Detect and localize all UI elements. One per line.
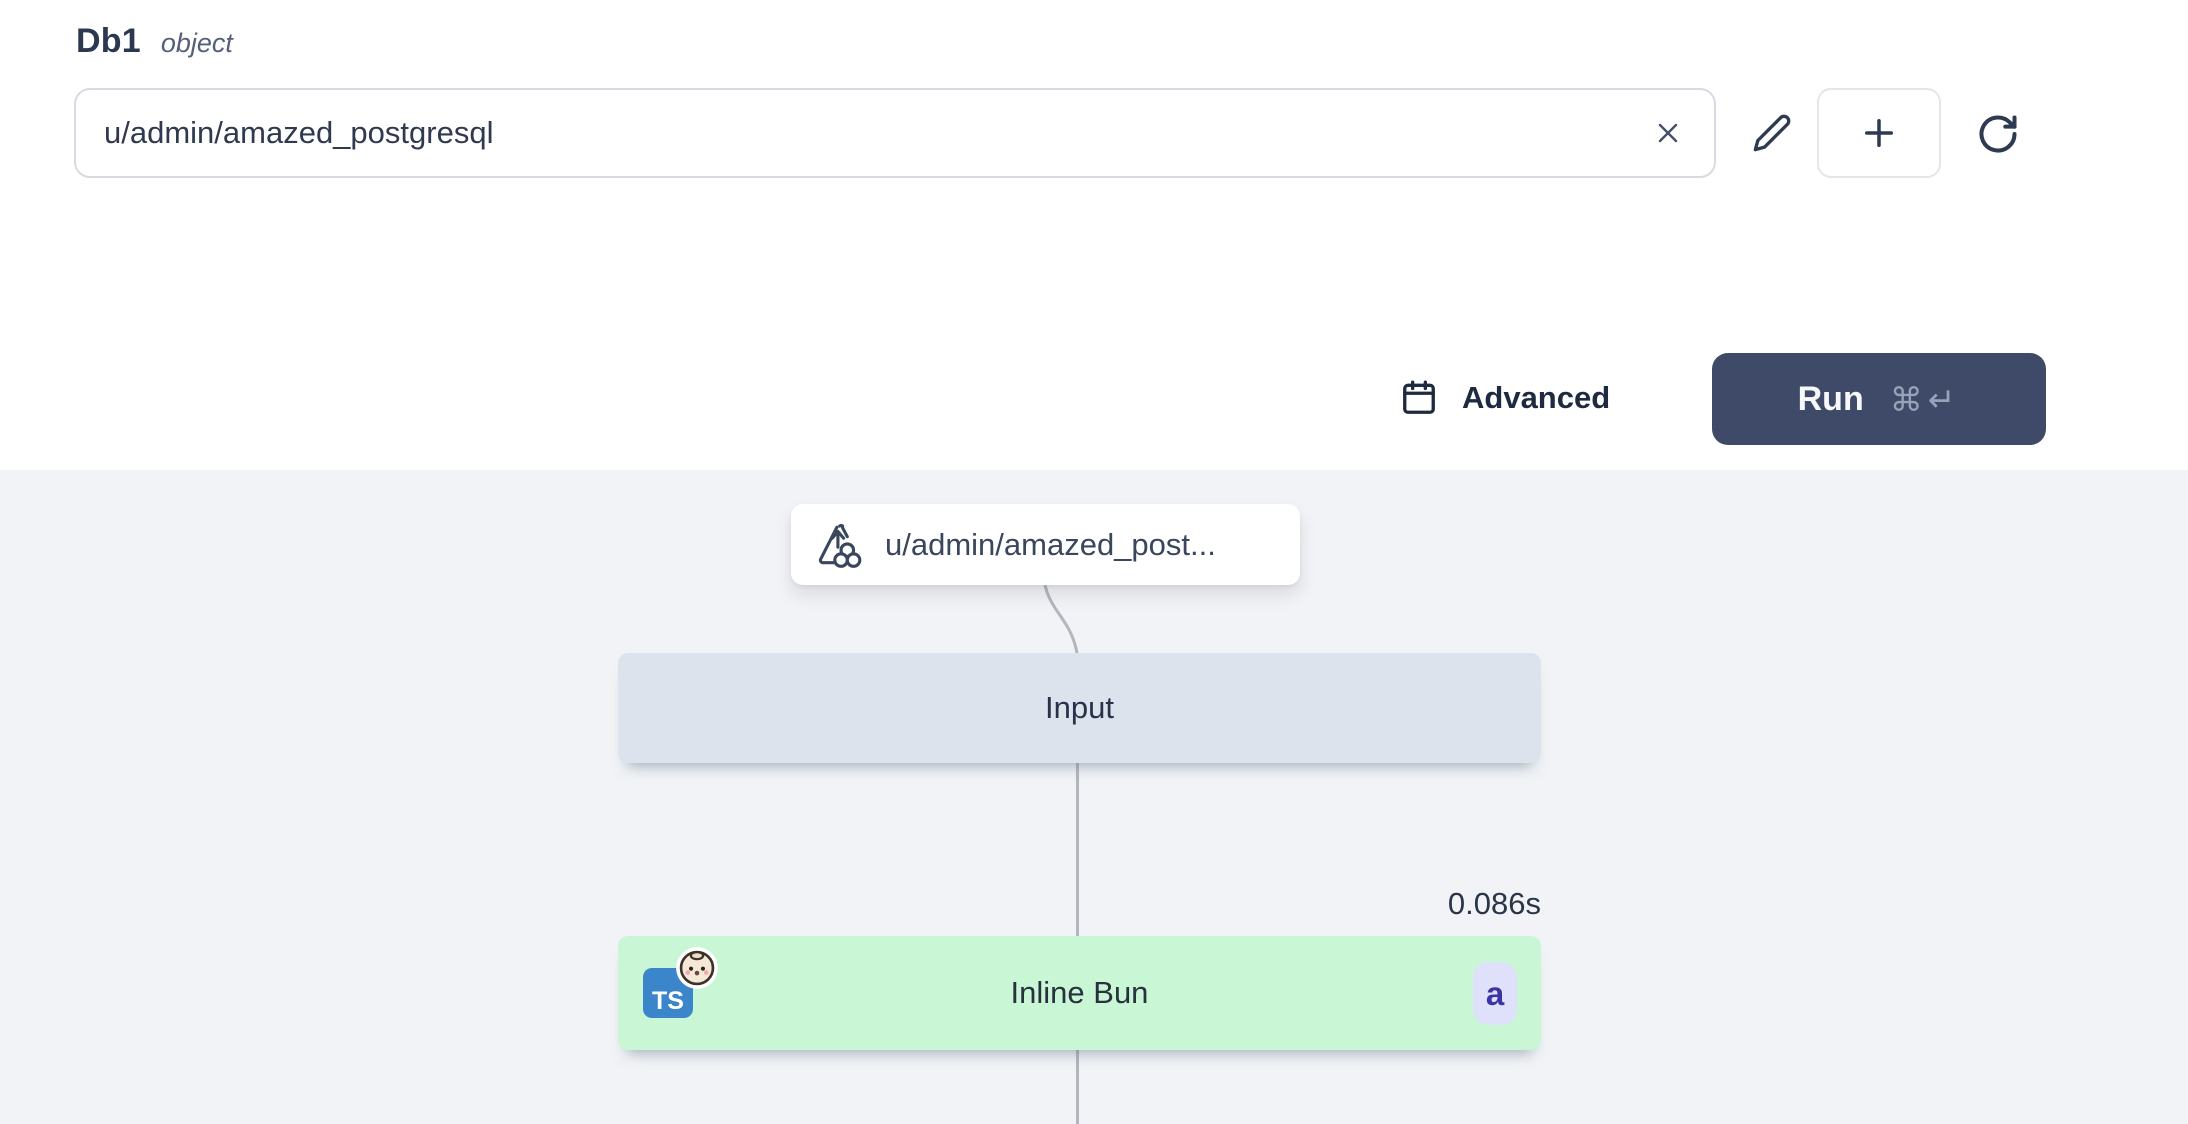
refresh-icon [1976, 112, 2020, 156]
edit-resource-button[interactable] [1736, 96, 1808, 170]
plus-icon [1858, 112, 1900, 154]
cmd-enter-shortcut: ⌘↵ [1890, 380, 1961, 419]
refresh-button[interactable] [1958, 94, 2038, 174]
run-button[interactable]: Run ⌘↵ [1712, 353, 2046, 445]
field-label-row: Db1 object [76, 22, 233, 61]
field-name: Db1 [76, 22, 141, 61]
run-label: Run [1798, 380, 1864, 419]
input-node[interactable]: Input [618, 653, 1541, 763]
flow-canvas[interactable]: u/admin/amazed_post... Input 0.086s TS [0, 470, 2188, 1124]
input-node-label: Input [1045, 690, 1114, 726]
x-icon [1652, 117, 1684, 149]
windmill-editor: Db1 object Advanced Run [0, 0, 2188, 1124]
advanced-label: Advanced [1462, 380, 1610, 416]
step-node-inline-bun[interactable]: TS Inline Bun a [618, 936, 1541, 1050]
pencil-icon [1752, 113, 1792, 153]
add-resource-button[interactable] [1817, 88, 1941, 178]
resource-node[interactable]: u/admin/amazed_post... [791, 504, 1300, 585]
field-type: object [161, 28, 233, 59]
clear-button[interactable] [1640, 105, 1696, 161]
resource-icon [815, 520, 865, 570]
step-duration: 0.086s [1241, 886, 1541, 922]
calendar-icon [1400, 379, 1438, 417]
resource-picker [74, 88, 1716, 178]
step-node-label: Inline Bun [618, 975, 1541, 1011]
step-id-badge-label: a [1486, 975, 1504, 1013]
resource-input[interactable] [76, 90, 1714, 176]
step-id-badge: a [1473, 962, 1517, 1025]
resource-node-label: u/admin/amazed_post... [885, 527, 1216, 563]
advanced-button[interactable]: Advanced [1400, 362, 1610, 434]
